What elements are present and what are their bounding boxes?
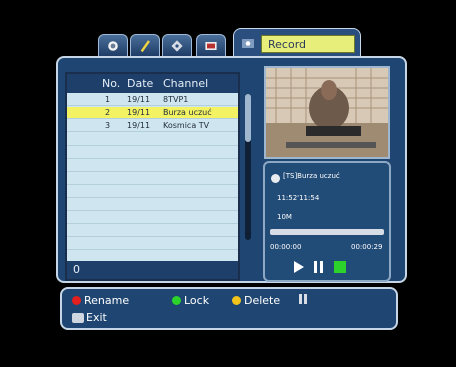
exit-key-icon [72, 313, 84, 323]
row-no: 2 [105, 108, 111, 117]
satellite-icon [108, 40, 118, 51]
row-channel: Kosmica TV [163, 121, 210, 130]
pause-button[interactable] [313, 261, 325, 273]
pause-icon [314, 261, 323, 273]
header-date: Date [127, 77, 154, 90]
recording-status-icon [271, 174, 280, 183]
record-tab-label: Record [261, 35, 355, 53]
empty-row [67, 134, 238, 146]
row-date: 19/11 [127, 121, 151, 130]
video-preview [264, 66, 390, 159]
row-channel: 8TVP1 [163, 95, 189, 104]
empty-row [67, 160, 238, 172]
recording-size: 10M [277, 213, 292, 221]
row-date: 19/11 [127, 95, 151, 104]
pause-key-icon [298, 294, 308, 304]
empty-row [67, 225, 238, 237]
tools-icon [140, 39, 150, 52]
list-footer-value: 0 [73, 263, 80, 276]
tab-satellite[interactable] [98, 34, 128, 56]
list-header: No. Date Channel [67, 74, 238, 93]
list-scrollbar[interactable] [245, 94, 251, 240]
header-no: No. [102, 77, 121, 90]
stop-icon [334, 261, 346, 273]
list-item-selected[interactable]: 2 19/11 Burza uczuć [67, 107, 238, 119]
progress-bar [270, 229, 384, 235]
row-date: 19/11 [127, 108, 151, 117]
rename-label: Rename [84, 294, 130, 307]
header-channel: Channel [163, 77, 209, 90]
tab-record[interactable]: Record [233, 28, 361, 58]
play-icon [294, 261, 304, 273]
row-no: 3 [105, 121, 111, 130]
tab-settings[interactable] [162, 34, 192, 56]
delete-label: Delete [244, 294, 281, 307]
empty-row [67, 147, 238, 159]
lock-label: Lock [184, 294, 210, 307]
row-no: 1 [105, 95, 111, 104]
yellow-button-icon [232, 296, 241, 305]
list-footer: 0 [67, 261, 238, 279]
empty-row [67, 186, 238, 198]
recording-list: No. Date Channel 1 19/11 8TVP1 2 19/11 B… [65, 72, 240, 281]
record-icon [242, 39, 254, 48]
progress-end-time: 00:00:29 [351, 243, 383, 251]
tab-tv[interactable] [196, 34, 226, 56]
settings-icon [171, 39, 183, 52]
list-scroll-thumb[interactable] [245, 94, 251, 142]
list-item[interactable]: 3 19/11 Kosmica TV [67, 120, 238, 132]
video-preview-image [266, 68, 388, 157]
play-button[interactable] [293, 261, 305, 273]
exit-label: Exit [86, 311, 107, 324]
empty-row [67, 238, 238, 250]
empty-row [67, 212, 238, 224]
stop-button[interactable] [334, 261, 346, 273]
recording-info-panel: [TS]Burza uczuć 11:52'11:54 10M 00:00:00… [263, 161, 391, 282]
green-button-icon [172, 296, 181, 305]
tv-icon [205, 41, 217, 50]
recording-time: 11:52'11:54 [277, 194, 320, 202]
recording-title: [TS]Burza uczuć [283, 172, 340, 180]
empty-row [67, 199, 238, 211]
row-channel: Burza uczuć [163, 108, 212, 117]
tab-tools[interactable] [130, 34, 160, 56]
empty-row [67, 173, 238, 185]
progress-start-time: 00:00:00 [270, 243, 302, 251]
help-bar: Rename Lock Delete Exit [60, 287, 398, 330]
red-button-icon [72, 296, 81, 305]
list-item[interactable]: 1 19/11 8TVP1 [67, 94, 238, 106]
